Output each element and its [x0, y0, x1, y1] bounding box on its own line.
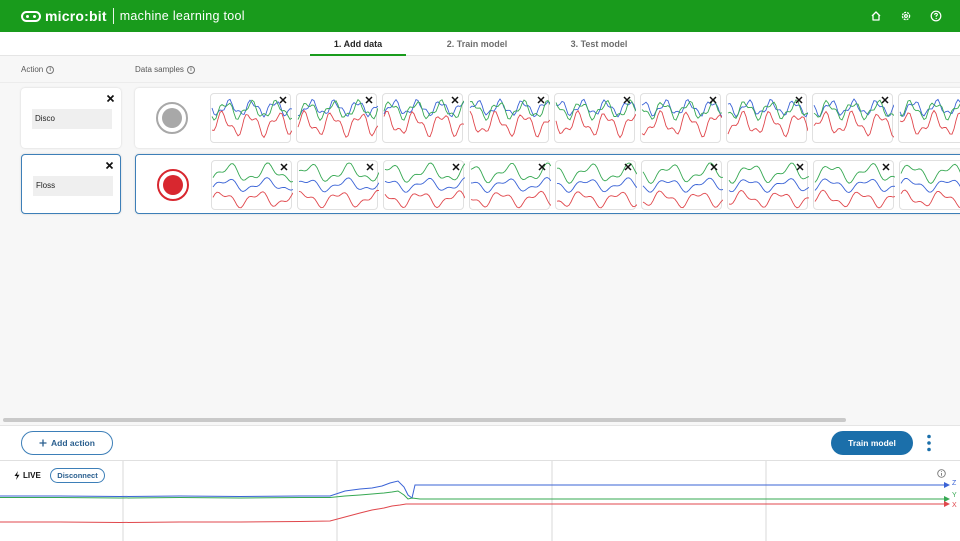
horizontal-scrollbar[interactable]	[3, 418, 846, 422]
recording-sample[interactable]	[383, 160, 465, 210]
close-icon[interactable]	[366, 163, 374, 171]
add-action-label: Add action	[51, 438, 95, 448]
close-icon[interactable]	[279, 96, 287, 104]
close-icon[interactable]	[106, 94, 115, 103]
add-action-button[interactable]: Add action	[21, 431, 113, 455]
samples-column-header: Data samples i	[135, 65, 195, 74]
x-axis-label: X	[952, 502, 957, 509]
sample-trace	[899, 98, 960, 135]
close-icon[interactable]	[623, 96, 631, 104]
close-icon[interactable]	[537, 96, 545, 104]
recording-sample[interactable]	[812, 93, 894, 143]
close-icon[interactable]	[538, 163, 546, 171]
recording-sample[interactable]	[813, 160, 895, 210]
close-icon[interactable]	[881, 96, 889, 104]
recording-sample[interactable]	[726, 93, 808, 143]
home-icon[interactable]	[868, 8, 884, 24]
close-icon[interactable]	[451, 96, 459, 104]
tab-test-model[interactable]: 3. Test model	[551, 32, 647, 56]
recording-sample[interactable]	[727, 160, 809, 210]
info-icon[interactable]: i	[186, 65, 195, 74]
action-name-input[interactable]: Floss	[33, 176, 113, 196]
x-axis-trace	[0, 503, 944, 524]
help-icon[interactable]	[928, 8, 944, 24]
action-card-floss[interactable]: Floss	[21, 154, 121, 214]
recording-sample[interactable]	[640, 93, 722, 143]
brand-divider	[112, 8, 114, 24]
more-options-icon[interactable]	[925, 433, 933, 453]
record-button[interactable]	[156, 168, 190, 202]
recording-sample[interactable]	[641, 160, 723, 210]
close-icon[interactable]	[105, 161, 114, 170]
recording-sample[interactable]	[469, 160, 551, 210]
app-header: micro:bit machine learning tool	[0, 0, 960, 32]
close-icon[interactable]	[365, 96, 373, 104]
recording-sample[interactable]	[554, 93, 636, 143]
close-icon[interactable]	[795, 96, 803, 104]
record-button[interactable]	[155, 101, 189, 135]
microbit-logo-icon	[21, 10, 41, 22]
column-headers: Action i Data samples i	[0, 56, 960, 83]
action-column-header: Action i	[21, 65, 55, 74]
close-icon[interactable]	[882, 163, 890, 171]
plus-icon	[39, 439, 47, 447]
close-icon[interactable]	[710, 163, 718, 171]
recording-sample[interactable]	[210, 93, 292, 143]
brand-name: micro:bit	[45, 8, 107, 24]
recording-sample[interactable]	[468, 93, 550, 143]
disconnect-button[interactable]: Disconnect	[50, 468, 105, 483]
x-axis-marker	[944, 501, 950, 507]
live-indicator: LIVE	[14, 471, 41, 480]
info-icon[interactable]	[937, 469, 946, 478]
tab-add-data[interactable]: 1. Add data	[310, 32, 406, 57]
recording-sample[interactable]	[555, 160, 637, 210]
z-axis-marker	[944, 482, 950, 488]
live-graph-panel: Z Y X LIVE Disconnect	[0, 460, 960, 541]
y-axis-trace	[0, 490, 944, 500]
samples-column-label: Data samples	[135, 65, 184, 74]
y-axis-marker	[944, 496, 950, 502]
tab-train-model[interactable]: 2. Train model	[429, 32, 525, 56]
step-tabs: 1. Add data 2. Train model 3. Test model	[0, 32, 960, 57]
bottom-toolbar: Add action Train model	[0, 425, 960, 460]
recording-sample[interactable]	[382, 93, 464, 143]
close-icon[interactable]	[796, 163, 804, 171]
info-icon[interactable]: i	[46, 65, 55, 74]
microbit-logo[interactable]: micro:bit	[21, 8, 107, 24]
close-icon[interactable]	[280, 163, 288, 171]
samples-row-floss	[135, 154, 960, 214]
live-graph	[0, 461, 950, 541]
recording-sample[interactable]	[899, 160, 960, 210]
sample-trace	[900, 163, 960, 208]
close-icon[interactable]	[624, 163, 632, 171]
samples-row-disco	[135, 88, 960, 148]
close-icon[interactable]	[709, 96, 717, 104]
product-name: machine learning tool	[119, 9, 245, 23]
y-axis-label: Y	[952, 492, 957, 499]
train-model-button[interactable]: Train model	[831, 431, 913, 455]
lightning-icon	[14, 471, 20, 480]
live-label: LIVE	[23, 471, 41, 480]
recording-sample[interactable]	[297, 160, 379, 210]
settings-icon[interactable]	[898, 8, 914, 24]
data-samples-area: Disco Floss	[0, 83, 960, 425]
recording-sample[interactable]	[898, 93, 960, 143]
z-axis-trace	[0, 480, 944, 499]
action-card-disco[interactable]: Disco	[21, 88, 121, 148]
action-name-input[interactable]: Disco	[32, 109, 112, 129]
recording-sample[interactable]	[296, 93, 378, 143]
close-icon[interactable]	[452, 163, 460, 171]
z-axis-label: Z	[952, 480, 957, 487]
action-column-label: Action	[21, 65, 44, 74]
recording-sample[interactable]	[211, 160, 293, 210]
